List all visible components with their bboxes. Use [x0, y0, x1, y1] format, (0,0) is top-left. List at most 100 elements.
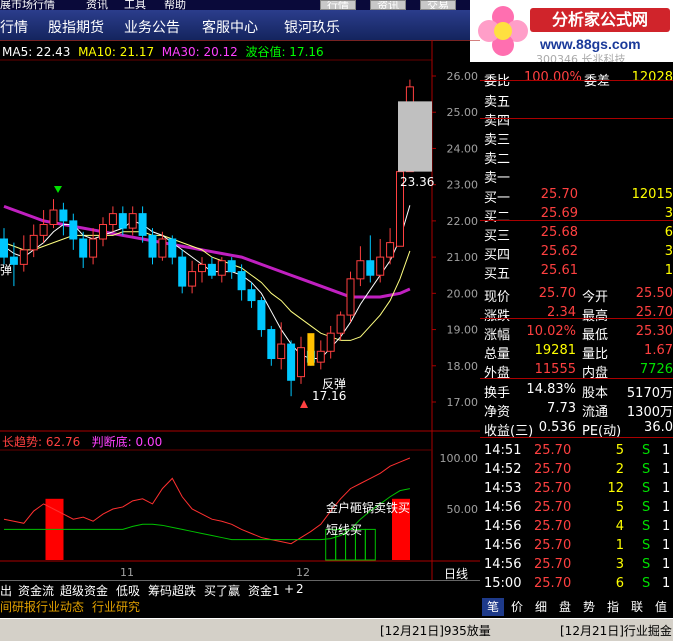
tick-row: 14:56 25.70 5 S 1 [480, 500, 673, 519]
nav-announcements[interactable]: 业务公告 [124, 17, 180, 37]
quote-tab[interactable]: 盘 [554, 598, 576, 616]
menu-market[interactable]: 展市场行情 [0, 0, 55, 10]
indicator-tab[interactable]: 2 [296, 582, 304, 596]
stat-value: 36.0 [644, 420, 673, 435]
status-item-volume[interactable]: [12月21日]935放量 [380, 622, 491, 639]
tick-side: S [642, 519, 651, 534]
buy-row: 买一 25.70 12015 [480, 187, 673, 206]
quote-tab[interactable]: 势 [578, 598, 600, 616]
tick-count: 1 [662, 481, 671, 496]
candle [0, 238, 8, 258]
top-menu-bar: 展市场行情 资讯 工具 帮助 行情 资讯 交易 [0, 0, 470, 10]
candle [108, 213, 117, 226]
buy-row: 买二 25.69 3 [480, 206, 673, 225]
top-button-trade[interactable]: 交易 [420, 0, 456, 10]
stat-row: 换手 14.83% 股本 5170万 [480, 382, 673, 401]
indicator-tab[interactable]: + [284, 582, 294, 596]
high-price-label: 23.36 [400, 175, 434, 189]
y-tick-label: 21.00 [447, 251, 479, 264]
indicator-tabs: 出资金流 超级资金 低吸 筹码超跌 买了赢 资金1 +2 [0, 580, 480, 599]
tick-count: 1 [662, 500, 671, 515]
y-tick-label: 22.00 [447, 215, 479, 228]
y-tick-label: 19.00 [447, 324, 479, 337]
nav-futures[interactable]: 股指期货 [48, 17, 104, 37]
top-button-news[interactable]: 资讯 [370, 0, 406, 10]
nav-service[interactable]: 客服中心 [202, 17, 258, 37]
stat-row: 涨跌 2.34 最高 25.70 [480, 305, 673, 324]
brand-name: 分析家公式网 [530, 8, 670, 32]
down-arrow-icon [54, 186, 62, 193]
status-item-industry[interactable]: [12月21日]行业掘金 [560, 622, 672, 639]
quote-divider [480, 318, 673, 319]
candlestick-chart[interactable]: 26.00 25.00 24.00 23.00 22.00 21.00 20.00 19.00… [0, 40, 480, 580]
y-tick-label: 25.00 [447, 106, 479, 119]
stat-label: 涨跌 [484, 309, 511, 324]
tick-time: 14:51 [484, 443, 522, 458]
stat-value: 1.67 [644, 343, 673, 358]
buy-volume: 12015 [631, 187, 673, 202]
tick-count: 1 [662, 576, 671, 591]
news-tab[interactable]: 行业动态 [36, 598, 84, 615]
indicator-tab[interactable]: 出 [0, 582, 12, 599]
indicator-tab[interactable]: 资金1 [248, 582, 280, 599]
news-tab[interactable]: 行业研究 [92, 598, 140, 615]
tick-volume: 3 [615, 557, 624, 572]
judge-label: 判断底: 0.00 [91, 435, 163, 449]
stat-value: 11555 [534, 362, 576, 377]
indicator-tab[interactable]: 买了赢 [204, 582, 240, 599]
buy-signal-label: 金户砸锅卖铁买 [326, 500, 410, 515]
quote-tabs: 笔价细盘势指联值 [480, 598, 673, 616]
y-tick-label: 26.00 [447, 70, 479, 83]
stat-label: 现价 [484, 290, 511, 305]
tick-time: 14:53 [484, 481, 522, 496]
quote-tab[interactable]: 价 [506, 598, 528, 616]
tick-row: 15:00 25.70 6 S 1 [480, 576, 673, 595]
menu-tools[interactable]: 工具 [124, 0, 146, 10]
tick-price: 25.70 [534, 576, 572, 591]
quote-tab[interactable]: 联 [626, 598, 648, 616]
sell-level-label: 卖一 [484, 171, 511, 186]
quote-tab[interactable]: 细 [530, 598, 552, 616]
indicator-tab[interactable]: 筹码超跌 [148, 582, 196, 599]
tick-price: 25.70 [534, 500, 572, 515]
buy-level-label: 买四 [484, 248, 511, 263]
y-tick-label: 17.00 [447, 396, 479, 409]
nav-market[interactable]: 行情 [0, 17, 28, 37]
sell-row: 卖四 [480, 110, 673, 129]
y-tick-label: 24.00 [447, 142, 479, 155]
sell-row: 卖三 [480, 129, 673, 148]
tick-row: 14:56 25.70 1 S 1 [480, 538, 673, 557]
quote-tab[interactable]: 指 [602, 598, 624, 616]
buy-price: 25.69 [540, 206, 578, 221]
quote-divider [480, 80, 673, 81]
stock-title: 300346 长兆科技 [536, 53, 626, 62]
buy-price: 25.61 [540, 263, 578, 278]
candle [49, 209, 58, 226]
tick-time: 14:52 [484, 462, 522, 477]
news-tab[interactable]: 间研报 [0, 598, 36, 615]
sell-level-label: 卖四 [484, 114, 511, 129]
target-box [398, 101, 432, 172]
quote-tab[interactable]: 笔 [482, 598, 504, 616]
indicator-tab[interactable]: 超级资金 [60, 582, 108, 599]
quote-divider [480, 118, 673, 119]
indicator-tab[interactable]: 低吸 [116, 582, 140, 599]
tick-row: 14:56 25.70 4 S 1 [480, 519, 673, 538]
quote-tab[interactable]: 值 [650, 598, 672, 616]
top-button-quote[interactable]: 行情 [320, 0, 356, 10]
candle [148, 234, 157, 258]
menu-help[interactable]: 帮助 [164, 0, 186, 10]
tick-side: S [642, 538, 651, 553]
tick-volume: 12 [607, 481, 624, 496]
menu-news[interactable]: 资讯 [86, 0, 108, 10]
candle [99, 224, 107, 240]
candle [287, 343, 296, 381]
up-arrow-icon [300, 400, 308, 408]
buy-row: 买五 25.61 1 [480, 263, 673, 282]
candle [277, 343, 286, 360]
flower-logo-icon [478, 6, 528, 56]
nav-yinhe[interactable]: 银河玖乐 [284, 17, 340, 37]
indicator-tab[interactable]: 资金流 [18, 582, 54, 599]
stat-value: 19281 [534, 343, 576, 358]
candle [247, 289, 256, 302]
